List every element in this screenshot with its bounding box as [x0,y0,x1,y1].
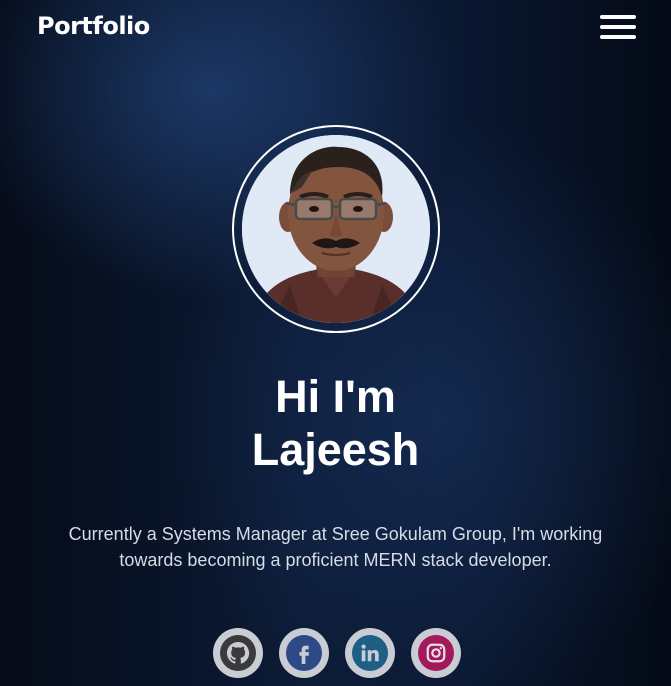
name-line: Lajeesh [251,424,420,475]
menu-bar [600,25,636,29]
avatar-ring [232,125,440,333]
instagram-link[interactable] [411,628,461,678]
facebook-link[interactable] [279,628,329,678]
instagram-icon [418,635,454,671]
greeting-line: Hi I'm [275,371,396,422]
portfolio-page: Portfolio Hi I'm Lajeesh Currently a Sys… [0,0,671,686]
bio-text: Currently a Systems Manager at Sree Goku… [68,524,603,570]
linkedin-link[interactable] [345,628,395,678]
profile-photo [242,135,430,323]
avatar [242,135,430,323]
github-icon [220,635,256,671]
menu-bar [600,15,636,19]
linkedin-icon [352,635,388,671]
menu-bar [600,35,636,39]
hamburger-menu-icon[interactable] [600,15,636,41]
site-header: Portfolio [0,0,671,56]
hero-heading: Hi I'm Lajeesh [0,370,671,476]
brand-logo[interactable]: Portfolio [37,12,150,40]
social-links [213,628,463,680]
github-link[interactable] [213,628,263,678]
facebook-icon [286,635,322,671]
